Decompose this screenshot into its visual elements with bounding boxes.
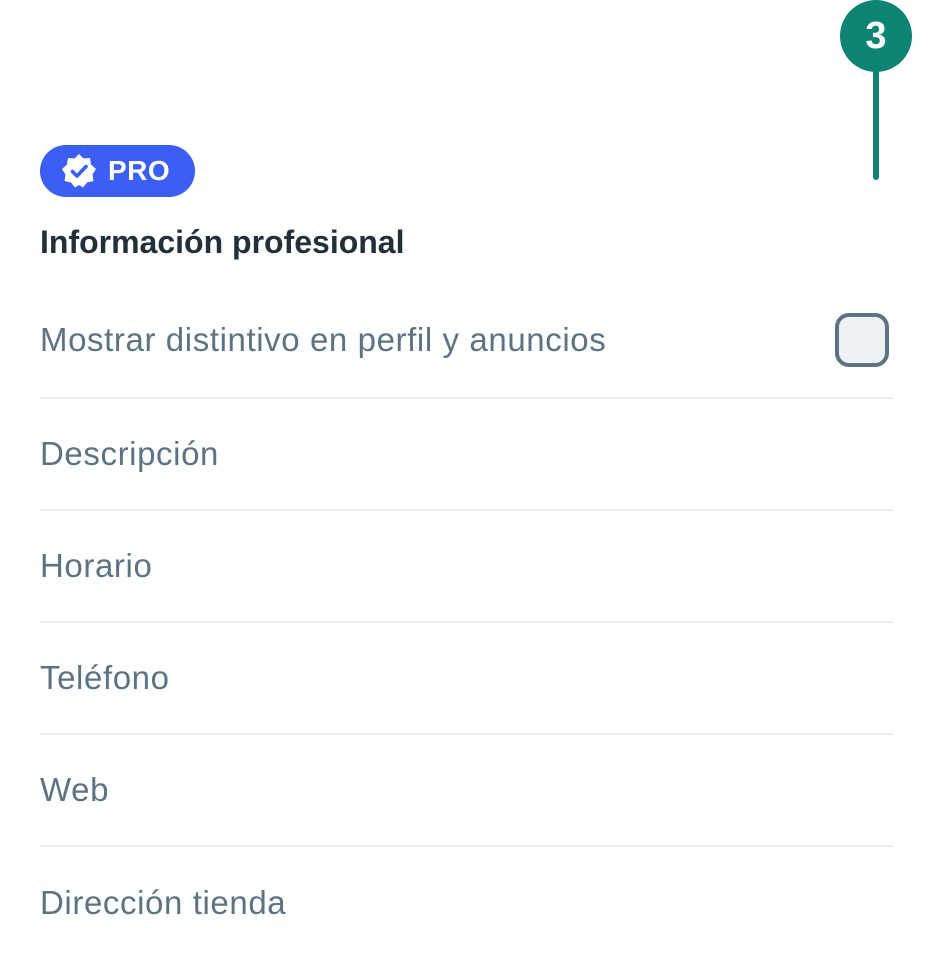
step-marker: 3 xyxy=(840,0,914,182)
phone-label: Teléfono xyxy=(40,659,170,696)
pro-badge-label: PRO xyxy=(108,155,171,186)
phone-row[interactable]: Teléfono xyxy=(40,623,893,735)
verified-badge-icon xyxy=(60,152,98,190)
professional-info-list: Mostrar distintivo en perfil y anuncios … xyxy=(40,282,893,959)
store-address-label: Dirección tienda xyxy=(40,884,287,921)
step-number: 3 xyxy=(840,0,912,72)
section-title: Información profesional xyxy=(40,224,405,260)
show-badge-label: Mostrar distintivo en perfil y anuncios xyxy=(40,320,607,358)
pro-badge: PRO xyxy=(40,145,195,197)
web-row[interactable]: Web xyxy=(40,735,893,847)
description-label: Descripción xyxy=(40,435,219,472)
show-badge-checkbox[interactable] xyxy=(835,312,889,367)
web-label: Web xyxy=(40,771,110,808)
schedule-label: Horario xyxy=(40,547,153,584)
step-connector-line xyxy=(873,66,879,180)
show-badge-row[interactable]: Mostrar distintivo en perfil y anuncios xyxy=(40,282,893,399)
description-row[interactable]: Descripción xyxy=(40,399,893,511)
store-address-row[interactable]: Dirección tienda xyxy=(40,847,893,959)
schedule-row[interactable]: Horario xyxy=(40,511,893,623)
